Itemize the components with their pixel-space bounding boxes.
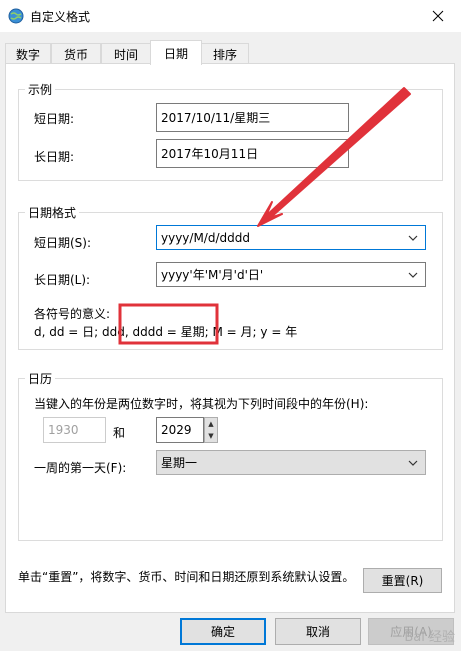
reset-button-label: 重置(R)	[381, 574, 424, 588]
year-to-field[interactable]: 2029	[156, 417, 204, 443]
long-date-format-combo[interactable]: yyyy'年'M'月'd'日'	[156, 262, 426, 287]
close-icon	[432, 10, 444, 22]
tab-label: 时间	[113, 47, 138, 62]
example-group: 示例 短日期: 2017/10/11/星期三 长日期: 2017年10月11日	[18, 81, 443, 181]
tab-label: 数字	[15, 47, 40, 62]
short-date-format-value: yyyy/M/d/dddd	[161, 230, 250, 245]
example-long-value: 2017年10月11日	[161, 147, 259, 161]
globe-clock-icon	[8, 8, 24, 24]
symbol-legend-text: d, dd = 日; ddd, dddd = 星期; M = 月; y = 年	[34, 325, 298, 339]
close-button[interactable]	[415, 0, 461, 32]
first-day-combo[interactable]: 星期一	[156, 450, 426, 475]
chevron-down-icon	[408, 460, 418, 466]
long-date-label: 长日期(L):	[34, 273, 91, 287]
spin-up-icon[interactable]: ▲	[205, 418, 217, 430]
two-digit-year-text: 当键入的年份是两位数字时，将其视为下列时间段中的年份(H):	[34, 397, 369, 411]
ok-button[interactable]: 确定	[180, 618, 266, 645]
watermark: Bai 经验	[404, 630, 455, 645]
spin-down-icon[interactable]: ▼	[205, 430, 217, 442]
first-day-label: 一周的第一天(F):	[34, 461, 127, 475]
tab-strip: 数字 货币 时间 日期 排序	[5, 40, 455, 65]
long-date-format-value: yyyy'年'M'月'd'日'	[161, 268, 264, 282]
chevron-down-icon	[408, 235, 418, 241]
tab-sort[interactable]: 排序	[201, 43, 249, 64]
ok-button-label: 确定	[210, 625, 235, 639]
tab-date[interactable]: 日期	[150, 40, 202, 65]
and-label: 和	[113, 426, 126, 440]
short-date-format-combo[interactable]: yyyy/M/d/dddd	[156, 225, 426, 250]
date-tab-panel: 示例 短日期: 2017/10/11/星期三 长日期: 2017年10月11日 …	[5, 63, 455, 613]
first-day-value: 星期一	[161, 456, 198, 470]
short-date-label: 短日期(S):	[34, 236, 92, 250]
example-long-date: 2017年10月11日	[156, 139, 349, 168]
cancel-button-label: 取消	[305, 625, 330, 639]
year-to-value: 2029	[161, 423, 192, 437]
tab-label: 排序	[212, 47, 237, 62]
date-format-group: 日期格式 短日期(S): yyyy/M/d/dddd 长日期(L): yyyy'…	[18, 204, 443, 350]
tab-time[interactable]: 时间	[101, 43, 151, 64]
tab-currency[interactable]: 货币	[51, 43, 101, 64]
reset-description: 单击“重置”，将数字、货币、时间和日期还原到系统默认设置。	[18, 570, 355, 584]
example-short-value: 2017/10/11/星期三	[161, 111, 271, 125]
tab-label: 货币	[63, 47, 88, 62]
cancel-button[interactable]: 取消	[275, 618, 361, 645]
calendar-group: 日历 当键入的年份是两位数字时，将其视为下列时间段中的年份(H): 1930 和…	[18, 370, 443, 541]
example-long-label: 长日期:	[34, 150, 75, 164]
example-group-title: 示例	[25, 81, 56, 98]
window-title: 自定义格式	[30, 10, 91, 24]
year-to-spinner[interactable]: ▲ ▼	[204, 417, 218, 443]
symbol-legend-title: 各符号的意义:	[34, 307, 111, 321]
example-short-date: 2017/10/11/星期三	[156, 103, 349, 132]
calendar-group-title: 日历	[25, 370, 56, 387]
tab-number[interactable]: 数字	[5, 43, 51, 64]
tab-label: 日期	[163, 46, 188, 61]
chevron-down-icon	[408, 272, 418, 278]
date-format-group-title: 日期格式	[25, 204, 80, 221]
year-from-value: 1930	[48, 423, 79, 437]
reset-button[interactable]: 重置(R)	[363, 568, 442, 593]
year-from-field: 1930	[43, 417, 106, 443]
example-short-label: 短日期:	[34, 112, 75, 126]
title-bar: 自定义格式	[0, 0, 461, 32]
